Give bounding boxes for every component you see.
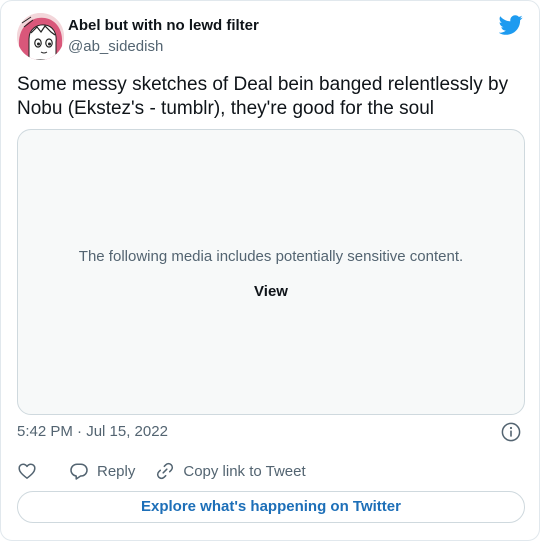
info-icon[interactable] (501, 422, 521, 442)
twitter-bird-icon[interactable] (499, 13, 523, 37)
tweet-actions: Reply Copy link to Tweet (17, 459, 306, 483)
author-handle[interactable]: @ab_sidedish (68, 37, 259, 57)
tweet-timestamp[interactable]: 5:42 PM · Jul 15, 2022 (17, 422, 168, 442)
sensitive-media-placeholder[interactable]: The following media includes potentially… (17, 129, 525, 415)
avatar-illustration (17, 13, 64, 60)
author-display-name[interactable]: Abel but with no lewd filter (68, 16, 259, 35)
reply-label: Reply (97, 462, 136, 480)
view-media-button[interactable]: View (246, 281, 296, 302)
tweet-embed-card: Abel but with no lewd filter @ab_sidedis… (0, 0, 540, 541)
copy-link-label: Copy link to Tweet (183, 462, 306, 480)
sensitive-content-warning: The following media includes potentially… (78, 248, 464, 265)
explore-twitter-button[interactable]: Explore what's happening on Twitter (17, 491, 525, 523)
tweet-text: Some messy sketches of Deal bein banged … (17, 74, 509, 119)
copy-link-button[interactable]: Copy link to Tweet (155, 461, 306, 481)
author-block[interactable]: Abel but with no lewd filter @ab_sidedis… (68, 16, 259, 57)
avatar[interactable] (17, 13, 64, 60)
like-button[interactable] (17, 461, 37, 481)
link-icon (157, 462, 174, 480)
reply-button[interactable]: Reply (69, 461, 135, 481)
heart-icon (18, 463, 36, 479)
reply-bubble-icon (70, 463, 88, 480)
